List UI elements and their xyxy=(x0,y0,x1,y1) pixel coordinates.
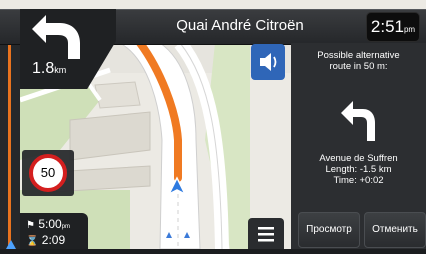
clock-suffix: pm xyxy=(403,25,416,34)
view-button[interactable]: Просмотр xyxy=(298,212,360,248)
menu-icon xyxy=(258,227,274,242)
turn-distance-value: 1.8 xyxy=(32,60,55,77)
trip-info-panel[interactable]: ⚑ 5:00pm ⌛ 2:09 xyxy=(20,213,88,249)
menu-button[interactable] xyxy=(248,218,284,249)
remaining-time: ⌛ 2:09 xyxy=(26,233,65,247)
arrival-time-suffix: pm xyxy=(61,224,71,230)
alternative-route-message: Possible alternative route in 50 m: xyxy=(291,50,426,72)
alt-msg-line2: route in 50 m: xyxy=(329,61,388,72)
turn-distance-unit: km xyxy=(54,65,67,75)
arrival-time-value: 5:00 xyxy=(38,217,62,231)
alt-length: Length: -1.5 km xyxy=(325,164,392,175)
clock-time: 2:51 xyxy=(370,17,404,36)
route-progress-bar xyxy=(0,9,20,249)
speaker-button[interactable] xyxy=(251,44,285,80)
remaining-time-value: 2:09 xyxy=(41,233,66,247)
cancel-button[interactable]: Отменить xyxy=(364,212,426,248)
speed-limit-value: 50 xyxy=(40,165,56,180)
hourglass-icon: ⌛ xyxy=(26,236,39,247)
clock: 2:51pm xyxy=(366,12,420,42)
arrival-time: ⚑ 5:00pm xyxy=(26,217,70,231)
current-street-name: Quai André Citroën xyxy=(176,17,304,34)
speaker-icon xyxy=(260,53,277,71)
alt-msg-line1: Possible alternative xyxy=(317,50,400,61)
alt-street: Avenue de Suffren xyxy=(319,153,398,164)
checkered-flag-icon: ⚑ xyxy=(26,220,35,231)
turn-left-arrow-icon xyxy=(341,101,375,141)
turn-distance: 1.8km xyxy=(32,60,66,78)
position-marker-icon xyxy=(6,240,16,249)
speed-limit-sign: 50 xyxy=(22,150,74,196)
alternative-route-info: Avenue de Suffren Length: -1.5 km Time: … xyxy=(291,153,426,186)
alt-time: Time: +0:02 xyxy=(333,175,384,186)
